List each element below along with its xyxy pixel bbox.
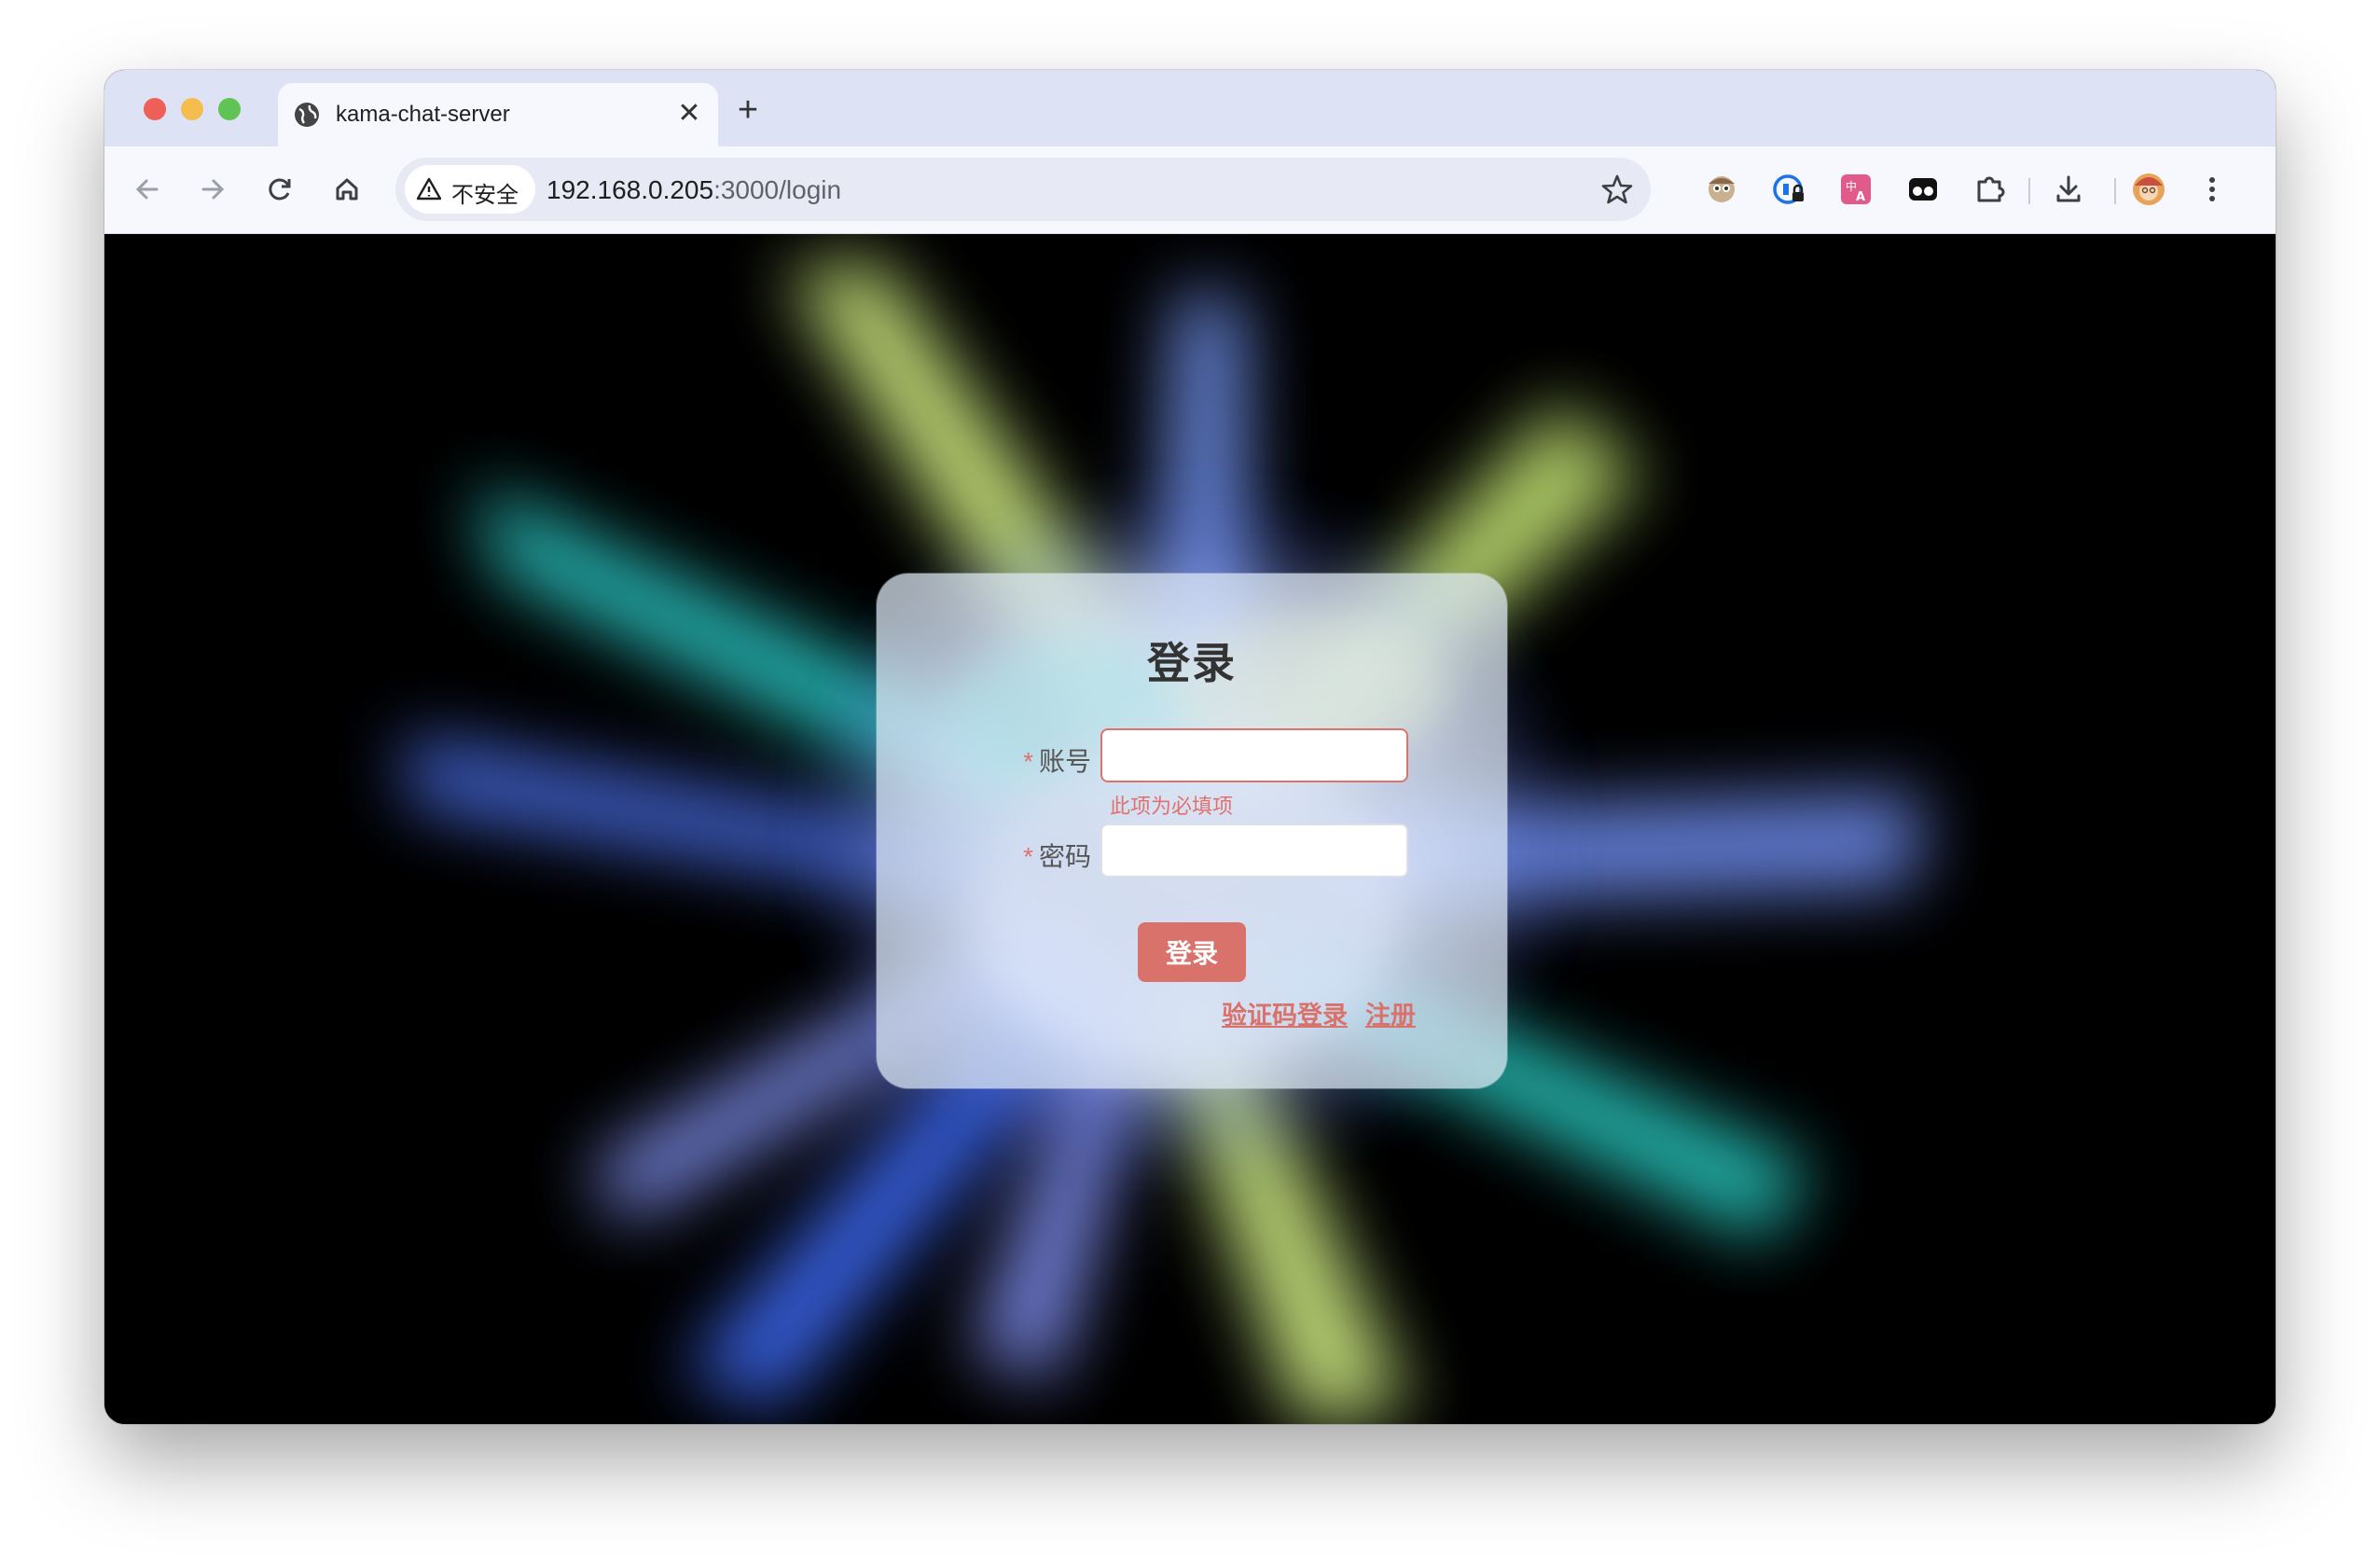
required-mark: * — [1023, 747, 1033, 776]
toolbar-divider — [2028, 178, 2030, 204]
download-icon[interactable] — [2046, 167, 2091, 212]
login-card: 登录 * 账号 此项为必填项 * 密码 登录 验证码登录 注册 — [877, 574, 1507, 1088]
password-input[interactable] — [1100, 823, 1408, 878]
window-close-button[interactable] — [144, 98, 166, 120]
account-label-text: 账号 — [1038, 747, 1091, 776]
new-tab-button[interactable]: + — [729, 92, 767, 130]
profile-avatar-icon[interactable] — [2126, 167, 2171, 212]
security-label: 不安全 — [451, 183, 519, 208]
globe-icon — [293, 101, 321, 129]
register-link[interactable]: 注册 — [1365, 995, 1416, 1031]
extension-mask-icon[interactable] — [1901, 167, 1945, 212]
translate-icon[interactable]: 中A — [1833, 167, 1878, 212]
password-label-text: 密码 — [1038, 842, 1091, 871]
forward-arrow-icon[interactable] — [190, 167, 235, 212]
required-mark: * — [1023, 842, 1033, 871]
tab-title: kama-chat-server — [336, 102, 510, 127]
address-bar[interactable]: 不安全 192.168.0.205:3000/login — [395, 158, 1651, 221]
tab-close-icon[interactable]: ✕ — [673, 98, 705, 130]
browser-toolbar: 不安全 192.168.0.205:3000/login 中A — [104, 146, 2276, 234]
security-chip[interactable]: 不安全 — [405, 165, 535, 214]
home-icon[interactable] — [325, 167, 369, 212]
extension-lock-icon[interactable] — [1766, 167, 1811, 212]
url-host: 192.168.0.205 — [547, 175, 714, 204]
browser-window: kama-chat-server ✕ + 不安全 192.168.0.205:3… — [104, 70, 2276, 1424]
sms-login-link[interactable]: 验证码登录 — [1222, 995, 1348, 1031]
toolbar-divider — [2114, 178, 2116, 204]
login-title: 登录 — [1147, 639, 1237, 687]
login-button[interactable]: 登录 — [1138, 922, 1246, 982]
tab-strip: kama-chat-server ✕ + — [104, 70, 2276, 146]
puzzle-icon[interactable] — [1968, 167, 2013, 212]
svg-text:A: A — [1856, 190, 1865, 204]
account-error-message: 此项为必填项 — [1110, 795, 1234, 818]
url-path: :3000/login — [713, 175, 842, 204]
more-menu-icon[interactable] — [2190, 167, 2235, 212]
reload-icon[interactable] — [257, 167, 302, 212]
bookmark-star-icon[interactable] — [1600, 173, 1634, 206]
back-arrow-icon[interactable] — [125, 167, 170, 212]
page-viewport: 登录 * 账号 此项为必填项 * 密码 登录 验证码登录 注册 — [104, 234, 2276, 1424]
url-text[interactable]: 192.168.0.205:3000/login — [547, 175, 841, 205]
password-label: * 密码 — [979, 837, 1091, 874]
extension-face-icon[interactable] — [1699, 167, 1744, 212]
warning-icon — [416, 176, 442, 202]
tab-active[interactable]: kama-chat-server ✕ — [278, 83, 718, 146]
account-label: * 账号 — [979, 741, 1091, 779]
account-input[interactable] — [1100, 728, 1408, 782]
window-maximize-button[interactable] — [218, 98, 241, 120]
window-minimize-button[interactable] — [181, 98, 203, 120]
